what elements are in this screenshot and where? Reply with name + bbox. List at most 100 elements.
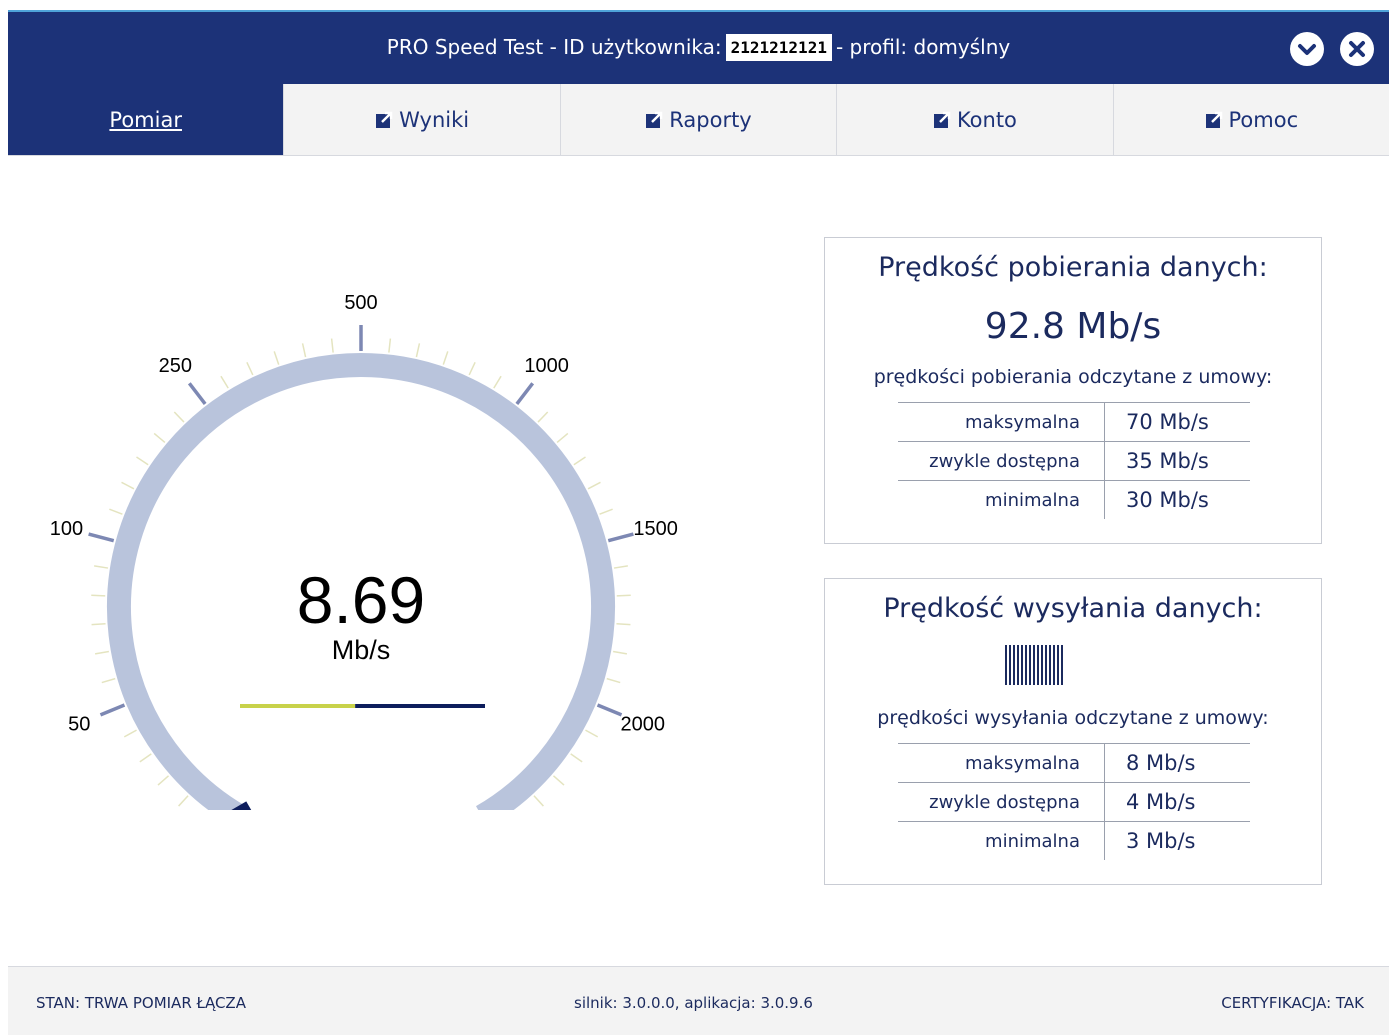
gauge-major-tick bbox=[607, 532, 634, 543]
table-row: zwykle dostępna 35 Mb/s bbox=[898, 441, 1250, 481]
close-icon bbox=[1349, 41, 1365, 57]
speed-gauge: 0501002505001000150020002500 8.69 Mb/s bbox=[50, 292, 678, 810]
window-title: PRO Speed Test - ID użytkownika: 21212121… bbox=[8, 34, 1389, 61]
gauge-minor-tick bbox=[556, 432, 569, 444]
title-bar: PRO Speed Test - ID użytkownika: 21212121… bbox=[8, 10, 1389, 84]
tab-raporty[interactable]: Raporty bbox=[560, 84, 838, 155]
row-label: minimalna bbox=[985, 489, 1080, 511]
gauge-major-tick bbox=[99, 703, 126, 717]
tab-label: Pomiar bbox=[109, 108, 182, 132]
tab-label: Raporty bbox=[669, 108, 752, 132]
gauge-minor-tick bbox=[273, 351, 280, 365]
gauge-scale-label: 500 bbox=[344, 292, 377, 314]
connection-status: STAN: TRWA POMIAR ŁĄCZA bbox=[36, 994, 246, 1012]
gauge-minor-tick bbox=[246, 361, 254, 376]
gauge-minor-tick bbox=[613, 565, 628, 569]
gauge-minor-tick bbox=[570, 753, 583, 763]
row-value: 35 Mb/s bbox=[1104, 441, 1250, 481]
row-label: zwykle dostępna bbox=[929, 791, 1080, 813]
gauge-minor-tick bbox=[493, 375, 502, 389]
gauge-minor-tick bbox=[533, 795, 544, 807]
gauge-minor-tick bbox=[616, 622, 631, 626]
gauge-minor-tick bbox=[330, 338, 334, 353]
gauge-minor-tick bbox=[585, 729, 599, 738]
gauge-major-tick bbox=[596, 703, 623, 717]
table-row: minimalna 3 Mb/s bbox=[898, 821, 1250, 860]
main-tabs: Pomiar Wyniki Raporty Konto Pomoc bbox=[8, 84, 1389, 156]
gauge-minor-tick bbox=[415, 343, 421, 358]
upload-panel: Prędkość wysyłania danych: prędkości wys… bbox=[824, 578, 1322, 885]
gauge-minor-tick bbox=[101, 677, 116, 684]
gauge-minor-tick bbox=[178, 795, 189, 807]
chevron-down-icon bbox=[1298, 44, 1316, 55]
gauge-minor-tick bbox=[599, 508, 613, 515]
gauge-major-tick bbox=[515, 382, 535, 405]
gauge-minor-tick bbox=[91, 622, 106, 626]
gauge-minor-tick bbox=[109, 508, 123, 515]
upload-contract-table: maksymalna 8 Mb/s zwykle dostępna 4 Mb/s m… bbox=[898, 743, 1250, 860]
gauge-minor-tick bbox=[220, 375, 229, 389]
gauge-major-tick bbox=[187, 382, 207, 405]
tab-pomiar[interactable]: Pomiar bbox=[8, 84, 285, 155]
external-link-icon bbox=[646, 111, 663, 128]
row-label: minimalna bbox=[985, 830, 1080, 852]
gauge-scale-label: 1500 bbox=[633, 518, 678, 540]
gauge-minor-tick bbox=[157, 775, 170, 786]
gauge-minor-tick bbox=[91, 594, 106, 597]
row-value: 8 Mb/s bbox=[1104, 743, 1250, 783]
gauge-scale-label: 50 bbox=[68, 714, 90, 736]
row-label: zwykle dostępna bbox=[929, 450, 1080, 472]
status-bar: STAN: TRWA POMIAR ŁĄCZA silnik: 3.0.0.0,… bbox=[8, 966, 1389, 1035]
close-button[interactable] bbox=[1340, 32, 1374, 66]
tab-label: Pomoc bbox=[1228, 108, 1299, 132]
external-link-icon bbox=[933, 111, 951, 128]
gauge-scale-label: 250 bbox=[159, 355, 192, 377]
gauge-minor-tick bbox=[139, 753, 152, 763]
table-row: maksymalna 8 Mb/s bbox=[898, 743, 1250, 783]
upload-title: Prędkość wysyłania danych: bbox=[883, 593, 1263, 624]
gauge-minor-tick bbox=[606, 677, 621, 684]
tab-label: Wyniki bbox=[399, 108, 470, 132]
minimize-button[interactable] bbox=[1290, 32, 1324, 66]
gauge-minor-tick bbox=[388, 338, 392, 353]
certification-status: CERTYFIKACJA: TAK bbox=[1221, 994, 1364, 1012]
gauge-minor-tick bbox=[153, 432, 166, 444]
gauge-minor-tick bbox=[612, 650, 628, 655]
gauge-minor-tick bbox=[587, 481, 601, 490]
tab-wyniki[interactable]: Wyniki bbox=[284, 84, 561, 155]
gauge-minor-tick bbox=[94, 565, 109, 569]
row-label: maksymalna bbox=[964, 411, 1080, 433]
gauge-minor-tick bbox=[442, 351, 449, 365]
gauge-minor-tick bbox=[136, 456, 149, 466]
row-value: 4 Mb/s bbox=[1104, 782, 1250, 822]
gauge-minor-tick bbox=[537, 411, 549, 423]
gauge-minor-tick bbox=[301, 343, 307, 358]
gauge-minor-tick bbox=[468, 361, 476, 376]
gauge-value: 8.69 bbox=[297, 563, 425, 637]
external-link-icon bbox=[1205, 111, 1222, 128]
loading-bars-icon bbox=[1005, 645, 1063, 685]
tab-label: Konto bbox=[956, 108, 1017, 132]
tab-pomoc[interactable]: Pomoc bbox=[1113, 84, 1389, 155]
title-suffix: - profil: domyślny bbox=[835, 35, 1011, 59]
gauge-scale-label: 100 bbox=[50, 518, 83, 540]
download-contract-label: prędkości pobierania odczytane z umowy: bbox=[873, 366, 1273, 388]
row-value: 3 Mb/s bbox=[1104, 821, 1250, 860]
table-row: minimalna 30 Mb/s bbox=[898, 480, 1250, 519]
gauge-minor-tick bbox=[94, 650, 110, 655]
gauge-minor-tick bbox=[121, 481, 135, 490]
tab-konto[interactable]: Konto bbox=[837, 84, 1114, 155]
gauge-minor-tick bbox=[616, 594, 631, 597]
row-label: maksymalna bbox=[964, 752, 1080, 774]
gauge-minor-tick bbox=[552, 775, 565, 786]
version-info: silnik: 3.0.0.0, aplikacja: 3.0.9.6 bbox=[574, 994, 813, 1012]
gauge-unit: Mb/s bbox=[332, 635, 391, 665]
user-id: 2121212121 bbox=[725, 34, 832, 61]
download-contract-table: maksymalna 70 Mb/s zwykle dostępna 35 Mb/s… bbox=[898, 402, 1250, 519]
upload-contract-label: prędkości wysyłania odczytane z umowy: bbox=[877, 707, 1269, 729]
row-value: 30 Mb/s bbox=[1104, 480, 1250, 519]
external-link-icon bbox=[376, 111, 393, 128]
table-row: maksymalna 70 Mb/s bbox=[898, 402, 1250, 442]
download-title: Prędkość pobierania danych: bbox=[878, 252, 1268, 283]
gauge-minor-tick bbox=[573, 456, 586, 466]
